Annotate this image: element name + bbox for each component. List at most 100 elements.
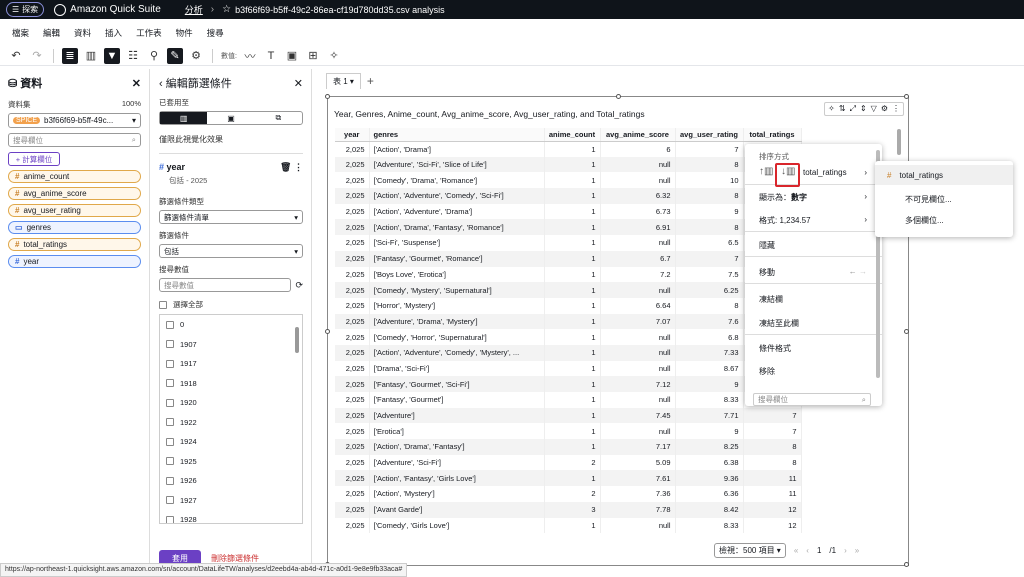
table-cell[interactable]: 1 xyxy=(544,360,601,377)
table-cell[interactable]: 2,025 xyxy=(335,439,370,455)
table-cell[interactable]: 1 xyxy=(544,156,601,173)
table-cell[interactable]: ['Comedy', 'Girls Love'] xyxy=(369,517,545,534)
breadcrumb-analysis[interactable]: 分析 xyxy=(185,3,203,16)
expand-icon[interactable]: ⤢ xyxy=(850,104,856,114)
table-cell[interactable]: 6.91 xyxy=(600,219,676,236)
table-cell[interactable]: 7.45 xyxy=(600,407,676,424)
table-cell[interactable]: 1 xyxy=(544,219,601,236)
table-cell[interactable]: 6.7 xyxy=(600,250,676,267)
table-cell[interactable]: 8 xyxy=(675,297,744,314)
table-cell[interactable]: 8.33 xyxy=(675,517,744,534)
table-cell[interactable]: 1 xyxy=(544,266,601,283)
table-cell[interactable]: 9 xyxy=(675,203,744,220)
table-cell[interactable]: null xyxy=(600,172,676,189)
table-cell[interactable]: 6 xyxy=(600,141,676,157)
trash-icon[interactable]: 🗑 xyxy=(280,162,291,172)
table-row[interactable]: 2,025 ['Erotica'] 1 null 9 7 xyxy=(335,423,802,440)
table-cell[interactable]: 1 xyxy=(544,313,601,330)
table-cell[interactable]: 10 xyxy=(675,172,744,189)
table-cell[interactable]: 1 xyxy=(544,392,601,408)
table-cell[interactable]: 6.73 xyxy=(600,203,676,220)
table-cell[interactable]: ['Adventure', 'Drama', 'Mystery'] xyxy=(369,313,545,330)
value-item[interactable]: 1927 xyxy=(160,491,302,511)
table-cell[interactable]: ['Action', 'Fantasy', 'Girls Love'] xyxy=(369,470,545,487)
table-cell[interactable]: ['Action', 'Drama'] xyxy=(369,141,545,157)
column-header-avg-user-rating[interactable]: avg_user_rating xyxy=(675,128,744,142)
table-cell[interactable]: 7.12 xyxy=(600,376,676,392)
table-row[interactable]: 2,025 ['Action', 'Adventure', 'Drama'] 1 6.… xyxy=(335,203,802,220)
table-cell[interactable]: 1 xyxy=(544,470,601,487)
checkbox[interactable] xyxy=(166,515,174,523)
table-row[interactable]: 2,025 ['Action', 'Adventure', 'Comedy', '… xyxy=(335,344,802,361)
rows-per-page-select[interactable]: 檢視：500 項目 ▾ xyxy=(714,543,786,558)
freeze-to-column-item[interactable]: 凍結至此欄 xyxy=(759,318,867,329)
checkbox[interactable] xyxy=(166,398,174,407)
table-row[interactable]: 2,025 ['Action', 'Adventure', 'Comedy', '… xyxy=(335,188,802,204)
table-cell[interactable]: ['Action', 'Adventure', 'Drama'] xyxy=(369,203,545,220)
submenu-item-total-ratings[interactable]: # total_ratings xyxy=(875,165,1013,185)
table-cell[interactable]: 8 xyxy=(675,219,744,236)
field-genres[interactable]: ▭ genres xyxy=(8,221,141,234)
table-cell[interactable]: ['Fantasy', 'Gourmet', 'Romance'] xyxy=(369,250,545,267)
single-visual-option[interactable]: ▥ xyxy=(160,112,208,124)
table-row[interactable]: 2,025 ['Sci-Fi', 'Suspense'] 1 null 6.5 xyxy=(335,235,802,251)
filter-condition-select[interactable]: 包括 ▾ xyxy=(159,244,303,258)
table-cell[interactable]: 1 xyxy=(544,188,601,204)
select-all[interactable]: 選擇全部 xyxy=(159,299,303,310)
table-cell[interactable]: 2,025 xyxy=(335,250,370,267)
resize-handle[interactable] xyxy=(904,329,909,334)
sort-field-item[interactable]: total_ratings › xyxy=(803,168,867,177)
table-cell[interactable]: 2,025 xyxy=(335,407,370,424)
table-cell[interactable]: 6.25 xyxy=(675,282,744,298)
table-cell[interactable]: 9 xyxy=(675,376,744,392)
table-cell[interactable]: null xyxy=(600,392,676,408)
more-icon[interactable]: ⋮ xyxy=(892,104,900,114)
table-cell[interactable]: 8.42 xyxy=(675,501,744,518)
menu-sheet[interactable]: 工作表 xyxy=(136,27,162,39)
first-page-icon[interactable]: « xyxy=(794,546,798,555)
column-header-avg-anime-score[interactable]: avg_anime_score xyxy=(600,128,676,142)
table-cell[interactable]: 1 xyxy=(544,235,601,251)
explore-button[interactable]: ☰ 探索 xyxy=(6,2,45,17)
sparkle-icon[interactable]: ✧ xyxy=(828,104,835,114)
field-year[interactable]: # year xyxy=(8,255,141,268)
table-cell[interactable]: null xyxy=(600,423,676,440)
value-item[interactable]: 1922 xyxy=(160,413,302,433)
table-row[interactable]: 2,025 ['Fantasy', 'Gourmet', 'Sci-Fi'] 1 7.… xyxy=(335,376,802,392)
table-cell[interactable]: 7.78 xyxy=(600,501,676,518)
table-cell[interactable]: 2,025 xyxy=(335,517,370,534)
table-cell[interactable]: 3 xyxy=(544,501,601,518)
text-icon[interactable]: T xyxy=(263,48,279,64)
menu-search[interactable]: 搜尋 xyxy=(207,27,224,39)
table-row[interactable]: 2,025 ['Action', 'Drama'] 1 6 7 xyxy=(335,141,802,157)
table-cell[interactable]: 1 xyxy=(544,141,601,157)
filter-icon[interactable]: ▼ xyxy=(104,47,120,64)
table-cell[interactable]: ['Comedy', 'Drama', 'Romance'] xyxy=(369,172,545,189)
table-row[interactable]: 2,025 ['Adventure', 'Drama', 'Mystery'] 1 7… xyxy=(335,313,802,330)
star-icon[interactable]: ☆ xyxy=(222,4,231,15)
add-calculated-field-button[interactable]: + 計算欄位 xyxy=(8,152,60,166)
table-cell[interactable]: ['Action', 'Mystery'] xyxy=(369,486,545,502)
table-cell[interactable]: 2,025 xyxy=(335,376,370,392)
table-cell[interactable]: 2,025 xyxy=(335,329,370,345)
undo-icon[interactable]: ↶ xyxy=(8,48,24,64)
scrollbar[interactable] xyxy=(295,327,299,353)
field-search-input[interactable]: 搜尋欄位 ⌕ xyxy=(8,133,141,147)
resize-handle[interactable] xyxy=(616,94,621,99)
table-cell[interactable]: ['Comedy', 'Mystery', 'Supernatural'] xyxy=(369,282,545,298)
submenu-item-invisible-fields[interactable]: 不可見欄位... xyxy=(875,189,1013,209)
menu-objects[interactable]: 物件 xyxy=(176,27,193,39)
visualize-icon[interactable]: ▥ xyxy=(83,48,99,64)
resize-icon[interactable]: ⇕ xyxy=(860,104,867,114)
table-cell[interactable]: 1 xyxy=(544,297,601,314)
menu-edit[interactable]: 編輯 xyxy=(43,27,60,39)
menu-data[interactable]: 資料 xyxy=(74,27,91,39)
table-row[interactable]: 2,025 ['Avant Garde'] 3 7.78 8.42 12 xyxy=(335,501,802,518)
table-cell[interactable]: ['Action', 'Drama', 'Fantasy'] xyxy=(369,439,545,455)
table-cell[interactable]: 2,025 xyxy=(335,235,370,251)
table-cell[interactable]: 8.33 xyxy=(675,392,744,408)
table-cell[interactable]: 2,025 xyxy=(335,282,370,298)
table-row[interactable]: 2,025 ['Boys Love', 'Erotica'] 1 7.2 7.5 xyxy=(335,266,802,283)
menu-file[interactable]: 檔案 xyxy=(12,27,29,39)
column-header-genres[interactable]: genres xyxy=(369,128,545,142)
